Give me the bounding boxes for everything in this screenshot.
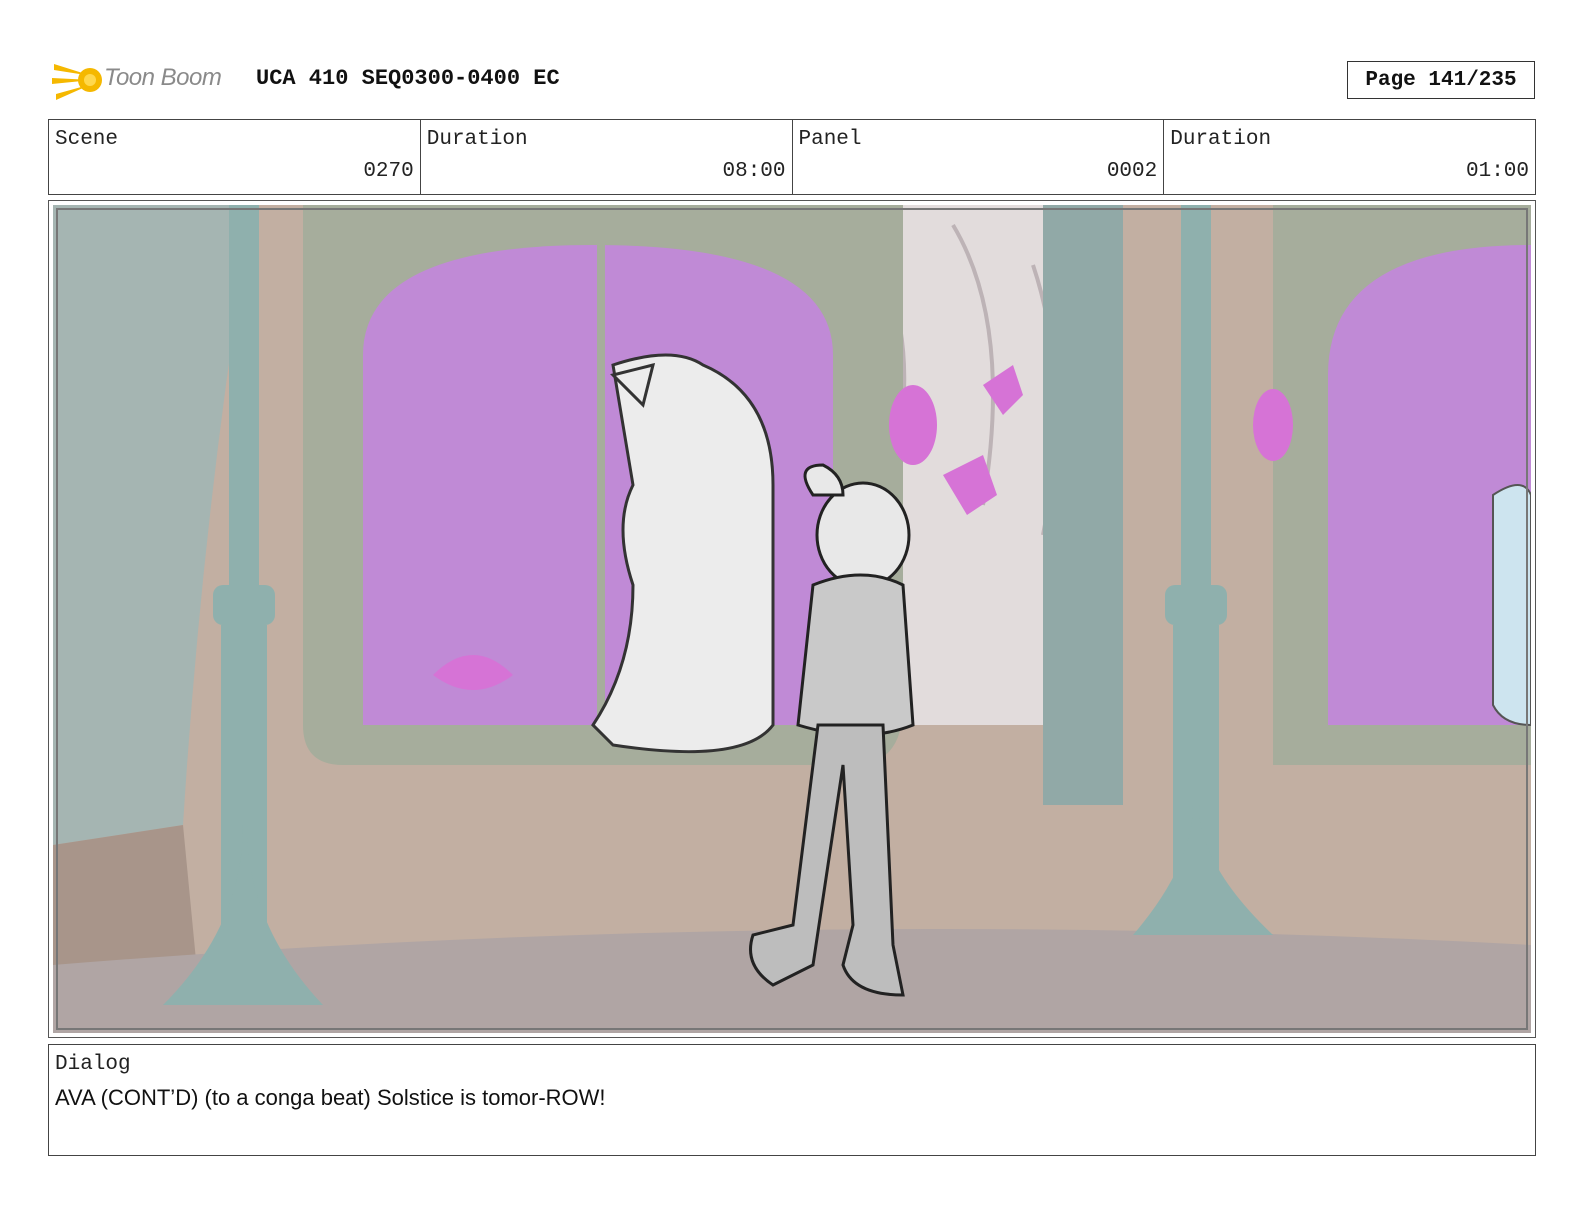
scene-cell: Scene 0270	[49, 120, 421, 194]
panel-duration-value: 01:00	[1465, 160, 1529, 183]
scene-duration-cell: Duration 08:00	[421, 120, 793, 194]
scene-value: 0270	[363, 160, 414, 183]
panel-label: Panel	[798, 128, 862, 151]
scene-label: Scene	[55, 128, 119, 151]
dialog-text: AVA (CONT’D) (to a conga beat) Solstice …	[55, 1085, 606, 1110]
scene-duration-label: Duration	[426, 128, 528, 151]
panel-duration-label: Duration	[1170, 128, 1272, 151]
brand-name: Toon Boom	[104, 64, 222, 91]
panel-cell: Panel 0002	[793, 120, 1165, 194]
info-table: Scene 0270 Duration 08:00 Panel 0002 Dur…	[48, 119, 1536, 195]
page-number: Page 141/235	[1347, 61, 1535, 99]
document-title: UCA 410 SEQ0300-0400 EC	[256, 66, 560, 91]
dialog-label: Dialog	[55, 1053, 131, 1076]
scene-duration-value: 08:00	[722, 160, 786, 183]
storyboard-panel	[48, 200, 1536, 1038]
storyboard-drawing	[53, 205, 1531, 1033]
panel-value: 0002	[1106, 160, 1158, 183]
panel-duration-cell: Duration 01:00	[1164, 120, 1535, 194]
dialog-box: Dialog AVA (CONT’D) (to a conga beat) So…	[48, 1044, 1536, 1156]
